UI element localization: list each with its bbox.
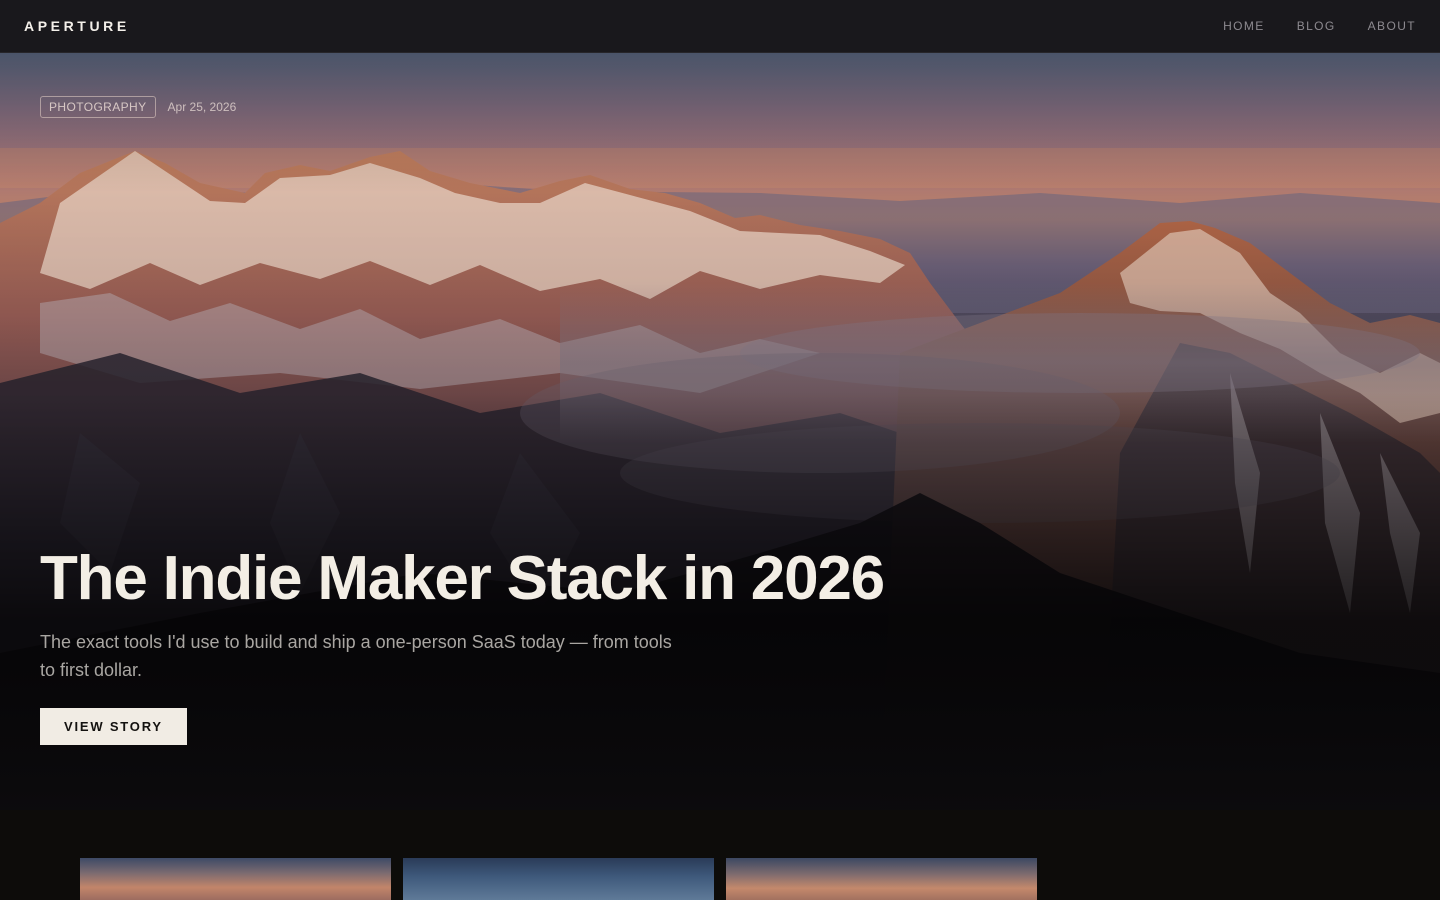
post-meta: PHOTOGRAPHY Apr 25, 2026 (40, 96, 236, 118)
hero-copy: The Indie Maker Stack in 2026 The exact … (40, 543, 940, 746)
view-story-button[interactable]: VIEW STORY (40, 708, 187, 746)
post-card-thumbnail[interactable] (726, 858, 1037, 900)
nav-about-link[interactable]: ABOUT (1368, 19, 1416, 33)
post-card-thumbnail[interactable] (80, 858, 391, 900)
hero-section: PHOTOGRAPHY Apr 25, 2026 The Indie Maker… (0, 53, 1440, 810)
top-nav: APERTURE HOME BLOG ABOUT (0, 0, 1440, 53)
category-tag[interactable]: PHOTOGRAPHY (40, 96, 156, 118)
nav-blog-link[interactable]: BLOG (1297, 19, 1336, 33)
post-date: Apr 25, 2026 (167, 100, 237, 114)
hero-subtitle: The exact tools I'd use to build and shi… (40, 632, 672, 681)
post-card-grid (80, 858, 1037, 900)
post-card-thumbnail[interactable] (403, 858, 714, 900)
nav-home-link[interactable]: HOME (1223, 19, 1265, 33)
main-nav: HOME BLOG ABOUT (1223, 19, 1416, 33)
brand-logo[interactable]: APERTURE (24, 18, 130, 34)
hero-title: The Indie Maker Stack in 2026 (40, 544, 885, 613)
